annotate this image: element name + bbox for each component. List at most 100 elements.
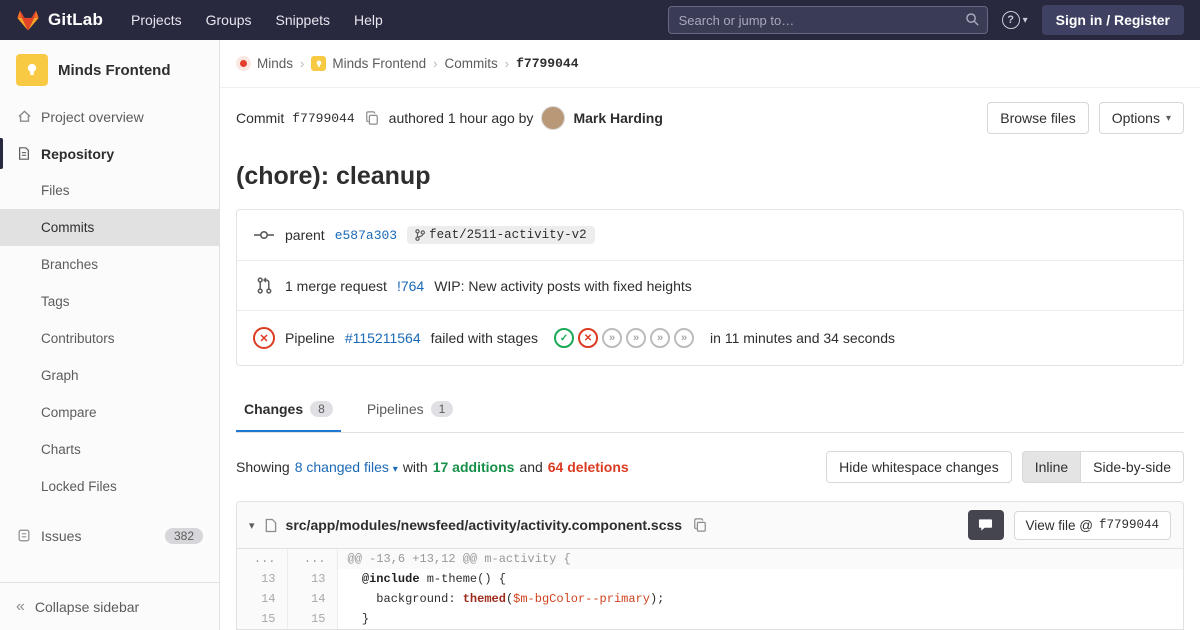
sidebar-item-project-overview[interactable]: Project overview <box>0 98 219 135</box>
merge-request-icon <box>253 277 275 294</box>
breadcrumb-label: Minds Frontend <box>332 56 427 71</box>
showing-text: Showing <box>236 459 290 475</box>
mr-count-text: 1 merge request <box>285 277 387 294</box>
breadcrumb-item-commits[interactable]: Commits <box>445 56 498 71</box>
collapse-label: Collapse sidebar <box>34 598 140 615</box>
pipeline-stage-skipped-icon[interactable]: » <box>602 328 623 348</box>
copy-sha-button[interactable] <box>363 109 381 127</box>
chevron-down-icon: ▾ <box>1165 112 1171 124</box>
side-by-side-view-button[interactable]: Side-by-side <box>1080 451 1184 483</box>
sidebar-subitem-files[interactable]: Files <box>0 172 219 209</box>
tab-pipelines[interactable]: Pipelines 1 <box>359 388 462 432</box>
search-icon[interactable] <box>965 12 980 30</box>
sidebar-item-repository[interactable]: Repository <box>0 135 219 172</box>
mr-ref-link[interactable]: !764 <box>397 278 424 294</box>
project-header[interactable]: Minds Frontend <box>0 40 219 98</box>
nav-link-projects[interactable]: Projects <box>131 12 182 28</box>
tab-changes[interactable]: Changes 8 <box>236 388 341 432</box>
diff-line: 14 14 background: themed($m-bgColor--prim… <box>237 589 1183 609</box>
pipeline-id-link[interactable]: #115211564 <box>345 330 421 346</box>
pipeline-stage-success-icon[interactable]: ✓ <box>554 328 575 348</box>
hide-whitespace-button[interactable]: Hide whitespace changes <box>826 451 1012 483</box>
pipeline-stage-skipped-icon[interactable]: » <box>650 328 671 348</box>
tab-count-badge: 8 <box>310 401 333 417</box>
new-line-number[interactable]: 14 <box>287 589 338 609</box>
sign-in-button[interactable]: Sign in / Register <box>1041 5 1184 35</box>
diff-summary-row: Showing 8 changed files ▾ with 17 additi… <box>236 451 1184 483</box>
project-avatar <box>16 54 48 86</box>
mr-title: WIP: New activity posts with fixed heigh… <box>434 277 692 294</box>
search-input[interactable] <box>667 6 988 34</box>
browse-files-button[interactable]: Browse files <box>987 102 1089 134</box>
sidebar-subitem-locked-files[interactable]: Locked Files <box>0 468 219 505</box>
sidebar-subitem-branches[interactable]: Branches <box>0 246 219 283</box>
old-line-number[interactable]: 15 <box>237 609 288 629</box>
old-line-number[interactable]: ... <box>237 549 288 569</box>
options-dropdown-button[interactable]: Options ▾ <box>1098 102 1184 134</box>
sidebar: Minds Frontend Project overview Reposito… <box>0 40 220 630</box>
pipeline-stage-skipped-icon[interactable]: » <box>626 328 647 348</box>
pipeline-stage-skipped-icon[interactable]: » <box>674 328 695 348</box>
author-name-link[interactable]: Mark Harding <box>573 110 662 126</box>
breadcrumb-item-minds-frontend[interactable]: Minds Frontend <box>311 56 426 71</box>
pipeline-duration: in 11 minutes and 34 seconds <box>710 330 896 346</box>
file-diff-header: ▾ src/app/modules/newsfeed/activity/acti… <box>237 502 1183 549</box>
bulb-icon <box>311 56 327 71</box>
repo-submenu: Files Commits Branches Tags Contributors Grap… <box>0 172 219 505</box>
sidebar-item-label: Project overview <box>41 108 144 125</box>
breadcrumb-item-f7799044: f7799044 <box>516 56 578 71</box>
commit-label: Commit <box>236 110 285 126</box>
breadcrumb-separator-icon: › <box>504 56 510 71</box>
sidebar-item-issues[interactable]: Issues 382 <box>0 517 219 554</box>
old-line-number[interactable]: 13 <box>237 569 288 589</box>
gitlab-logo[interactable]: GitLab <box>16 9 103 32</box>
nav-link-help[interactable]: Help <box>354 12 383 28</box>
pipeline-stage-failed-icon[interactable]: ✕ <box>578 328 599 348</box>
inline-view-button[interactable]: Inline <box>1021 451 1082 483</box>
copy-path-button[interactable] <box>691 516 709 534</box>
collapse-icon: « <box>16 597 25 615</box>
project-name: Minds Frontend <box>58 61 171 79</box>
additions-count: 17 additions <box>432 459 515 475</box>
branch-chip[interactable]: feat/2511-activity-v2 <box>407 226 595 244</box>
old-line-number[interactable]: 14 <box>237 589 288 609</box>
changed-files-dropdown[interactable]: 8 changed files ▾ <box>295 459 398 475</box>
file-path[interactable]: src/app/modules/newsfeed/activity/activi… <box>286 517 683 533</box>
new-line-number[interactable]: 15 <box>287 609 338 629</box>
sidebar-subitem-contributors[interactable]: Contributors <box>0 320 219 357</box>
file-icon <box>264 518 277 533</box>
pipeline-failed-icon: ✕ <box>253 327 275 349</box>
file-diff-card: ▾ src/app/modules/newsfeed/activity/acti… <box>236 501 1184 630</box>
branch-icon <box>415 229 426 241</box>
issues-icon <box>16 528 32 543</box>
tab-label: Pipelines <box>366 401 424 417</box>
sidebar-subitem-compare[interactable]: Compare <box>0 394 219 431</box>
commit-info-box: parent e587a303 feat/2511-activity-v2 1 … <box>236 209 1184 366</box>
diff-table-body: ...... @@ -13,6 +13,12 @@ m-activity {13 1… <box>237 549 1183 629</box>
help-menu[interactable]: ? ▾ <box>1001 11 1028 29</box>
sidebar-subitem-tags[interactable]: Tags <box>0 283 219 320</box>
pipeline-status-text: failed with stages <box>430 330 539 346</box>
chevron-down-icon: ▾ <box>392 464 398 475</box>
repository-icon <box>16 146 32 161</box>
top-navbar: GitLab Projects Groups Snippets Help ? ▾ Si… <box>0 0 1200 40</box>
collapse-sidebar-button[interactable]: « Collapse sidebar <box>0 582 219 630</box>
toggle-comments-button[interactable] <box>967 510 1004 540</box>
deletions-count: 64 deletions <box>547 459 629 475</box>
breadcrumb-item-minds[interactable]: Minds <box>236 56 293 71</box>
nav-link-groups[interactable]: Groups <box>206 12 252 28</box>
tab-label: Changes <box>244 401 304 417</box>
author-avatar[interactable] <box>541 106 566 130</box>
home-icon <box>16 109 32 124</box>
tabs-bar: Changes 8 Pipelines 1 <box>236 388 1184 433</box>
view-file-button[interactable]: View file @ f7799044 <box>1013 510 1171 540</box>
sidebar-subitem-charts[interactable]: Charts <box>0 431 219 468</box>
sidebar-subitem-graph[interactable]: Graph <box>0 357 219 394</box>
parent-sha-link[interactable]: e587a303 <box>335 228 397 243</box>
new-line-number[interactable]: 13 <box>287 569 338 589</box>
sidebar-subitem-commits[interactable]: Commits <box>0 209 219 246</box>
breadcrumb-label: f7799044 <box>516 56 579 71</box>
new-line-number[interactable]: ... <box>287 549 338 569</box>
collapse-diff-caret[interactable]: ▾ <box>249 519 255 532</box>
nav-link-snippets[interactable]: Snippets <box>276 12 330 28</box>
